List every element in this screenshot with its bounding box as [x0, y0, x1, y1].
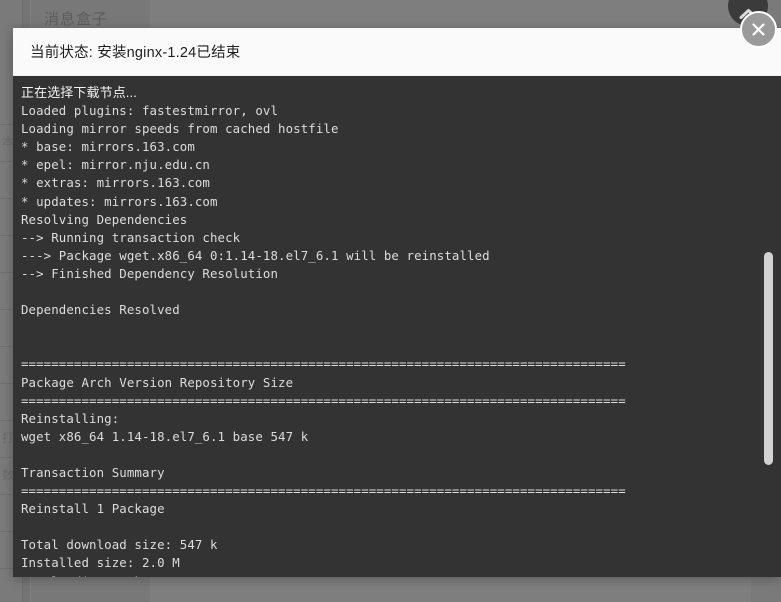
message-box-dialog: 当前状态: 安装nginx-1.24已结束 正在选择下载节点... Loaded…	[13, 28, 781, 577]
screen: 本 打 数 消息盒子 当前状态: 安装nginx-1.24已结束 正在选择下载节…	[0, 0, 781, 602]
terminal-line: * base: mirrors.163.com	[21, 139, 195, 155]
terminal-line: wget x86_64 1.14-18.el7_6.1 base 547 k	[21, 428, 309, 444]
terminal-line: --> Finished Dependency Resolution	[21, 265, 279, 281]
terminal-line: * updates: mirrors.163.com	[21, 193, 218, 209]
terminal-scrollbar[interactable]	[764, 76, 773, 577]
terminal-line: Loading mirror speeds from cached hostfi…	[21, 121, 339, 137]
dialog-body: 正在选择下载节点... Loaded plugins: fastestmirro…	[13, 76, 781, 577]
close-icon	[749, 20, 768, 39]
terminal-line: Total download size: 547 k	[21, 537, 218, 553]
terminal-output[interactable]: 正在选择下载节点... Loaded plugins: fastestmirro…	[13, 76, 781, 577]
terminal-line: Resolving Dependencies	[21, 211, 188, 227]
terminal-line: 正在选择下载节点...	[21, 85, 137, 100]
terminal-line: Dependencies Resolved	[21, 302, 180, 318]
dialog-header: 当前状态: 安装nginx-1.24已结束	[13, 28, 781, 76]
scrollbar-thumb[interactable]	[764, 252, 773, 465]
terminal-line: * extras: mirrors.163.com	[21, 175, 210, 191]
terminal-line: ========================================…	[21, 483, 626, 499]
terminal-line: * epel: mirror.nju.edu.cn	[21, 157, 210, 173]
terminal-line: Loaded plugins: fastestmirror, ovl	[21, 103, 279, 119]
terminal-line: Reinstall 1 Package	[21, 501, 165, 517]
terminal-line: ========================================…	[21, 392, 626, 408]
page-title: 消息盒子	[44, 11, 109, 28]
terminal-line: Package Arch Version Repository Size	[21, 374, 294, 390]
close-button[interactable]	[740, 11, 777, 48]
terminal-line: ---> Package wget.x86_64 0:1.14-18.el7_6…	[21, 247, 490, 263]
terminal-line: Transaction Summary	[21, 464, 165, 480]
status-text: 当前状态: 安装nginx-1.24已结束	[30, 45, 241, 61]
terminal-line: Downloading packages:	[21, 573, 781, 577]
terminal-line: ========================================…	[21, 356, 626, 372]
terminal-line: --> Running transaction check	[21, 229, 241, 245]
terminal-line: Installed size: 2.0 M	[21, 555, 180, 571]
terminal-line: Reinstalling:	[21, 410, 120, 426]
